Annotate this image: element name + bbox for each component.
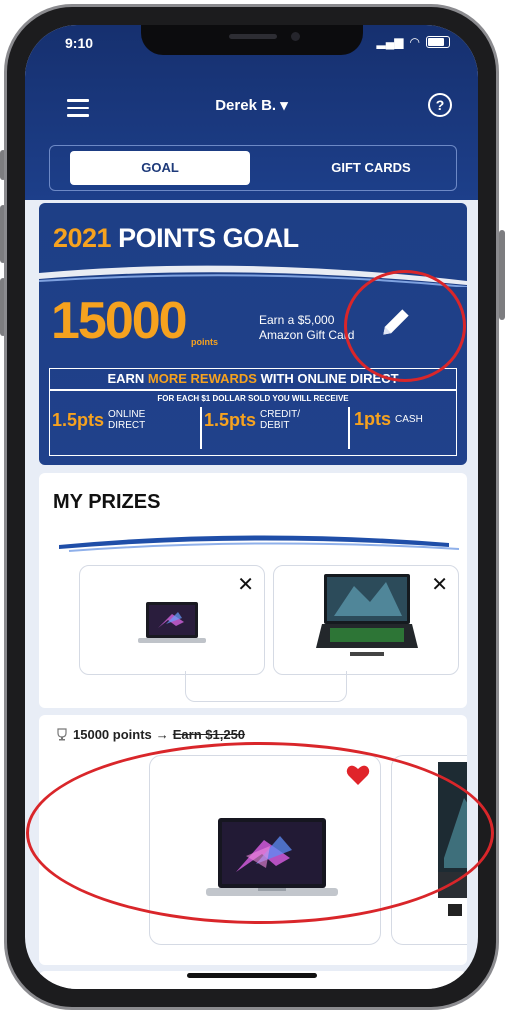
annotation-circle-product	[26, 742, 494, 924]
prize-tile-peek	[185, 671, 347, 702]
wifi-icon: ◠	[409, 35, 420, 49]
rate-value: 1.5pts	[52, 409, 105, 430]
status-icons: ▂▄▆ ◠	[377, 35, 450, 49]
my-prizes-card: MY PRIZES ✕ ✕	[39, 473, 467, 708]
trophy-icon	[57, 727, 67, 740]
prizes-swoosh	[59, 535, 460, 552]
close-icon[interactable]: ✕	[237, 572, 254, 597]
goal-title-text: POINTS GOAL	[111, 223, 299, 253]
gaming-laptop-image	[316, 574, 418, 656]
tab-goal[interactable]: GOAL	[70, 151, 250, 185]
rewards-subtitle: FOR EACH $1 DOLLAR SOLD YOU WILL RECEIVE	[157, 394, 349, 403]
rate-label: ONLINE DIRECT	[108, 409, 145, 431]
rewards-headline-start: EARN	[107, 371, 148, 386]
user-menu[interactable]: Derek B. ▾	[25, 96, 478, 114]
goal-points: 15000	[51, 292, 188, 350]
rate-label-line-1: CREDIT/	[260, 409, 301, 420]
rewards-divider	[50, 389, 456, 391]
rate-credit-debit: 1.5pts CREDIT/DEBIT	[204, 409, 300, 431]
tab-gift-cards[interactable]: GIFT CARDS	[286, 151, 456, 185]
rate-cash: 1pts CASH	[354, 409, 423, 430]
rate-label-line-2: DIRECT	[108, 420, 146, 431]
rate-separator	[348, 407, 350, 449]
my-prizes-title: MY PRIZES	[53, 491, 161, 513]
goal-title: 2021 POINTS GOAL	[53, 223, 299, 254]
power-button	[499, 230, 505, 320]
goal-reward-line-1: Earn a $5,000	[259, 313, 335, 327]
prize-tile-gaming-laptop[interactable]: ✕	[273, 565, 459, 675]
notch	[141, 25, 363, 55]
rate-label-line-1: ONLINE	[108, 409, 146, 420]
prize-tile-laptop[interactable]: ✕	[79, 565, 265, 675]
tab-bar: GOAL GIFT CARDS	[49, 145, 457, 191]
rate-label: CASH	[395, 414, 423, 425]
rewards-headline-highlight: MORE REWARDS	[147, 371, 257, 386]
laptop-image	[138, 602, 206, 643]
camera	[291, 32, 300, 41]
feed-earn-amount: Earn $1,250	[172, 727, 246, 742]
goal-reward-line-2: Amazon Gift Card	[259, 328, 355, 342]
help-icon[interactable]: ?	[428, 93, 452, 117]
annotation-circle-edit	[344, 270, 466, 382]
app-header: 9:10 ▂▄▆ ◠ Derek B. ▾ ? GOAL GIFT CARDS	[25, 25, 478, 200]
close-icon[interactable]: ✕	[431, 572, 448, 597]
goal-year: 2021	[53, 223, 112, 253]
signal-icon: ▂▄▆	[376, 35, 404, 49]
rate-value: 1pts	[354, 409, 392, 429]
rate-value: 1.5pts	[204, 409, 257, 430]
feed-header: 15000 points → Earn $1,250	[55, 727, 245, 742]
rate-separator	[200, 407, 202, 449]
speaker	[229, 34, 277, 39]
goal-reward-text: Earn a $5,000 Amazon Gift Card	[259, 313, 354, 343]
battery-icon	[426, 36, 450, 48]
rate-label: CREDIT/DEBIT	[260, 409, 300, 431]
arrow-icon: →	[155, 727, 169, 742]
feed-points: 15000 points	[73, 727, 152, 742]
status-time: 9:10	[65, 35, 94, 51]
goal-points-unit: points	[191, 337, 218, 347]
rate-label-line-2: DEBIT	[260, 420, 290, 431]
home-indicator[interactable]	[187, 973, 317, 978]
rate-online-direct: 1.5pts ONLINE DIRECT	[52, 409, 145, 431]
